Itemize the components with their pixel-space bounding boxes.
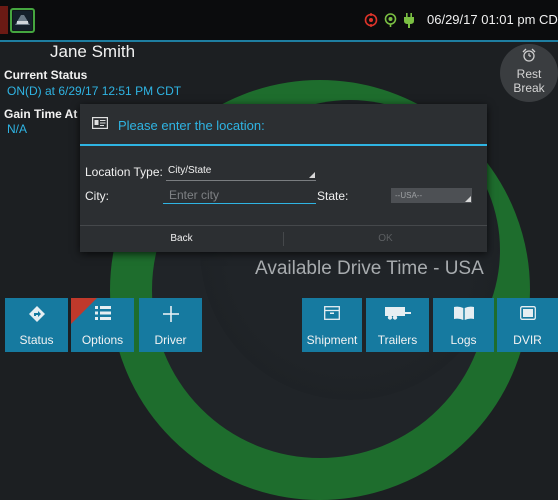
plus-icon [162, 306, 179, 322]
nav-shipment-label: Shipment [306, 333, 358, 347]
rest-break-label-line1: Rest [516, 67, 542, 81]
nav-driver-label: Driver [154, 333, 187, 347]
trailer-icon [384, 307, 411, 320]
nav-logs-label: Logs [450, 333, 477, 347]
alarm-clock-icon [522, 48, 536, 62]
nav-dvir-label: DVIR [513, 333, 542, 347]
available-drive-time-label: Available Drive Time - USA [255, 258, 484, 279]
dialog-header-divider [80, 144, 487, 146]
status-bar-stripe [0, 6, 8, 34]
rest-break-label-line2: Break [513, 81, 545, 95]
dialog-title: Please enter the location: [118, 118, 265, 133]
app-icon[interactable] [10, 8, 35, 33]
rest-break-button[interactable]: Rest Break [500, 44, 558, 102]
nav-status-button[interactable]: Status [5, 298, 68, 352]
nav-dvir-button[interactable]: DVIR [497, 298, 558, 352]
dropdown-corner-icon [309, 172, 315, 178]
list-icon [94, 306, 111, 320]
id-card-icon [92, 117, 108, 129]
location-dialog: Please enter the location: Location Type… [80, 104, 487, 252]
gain-time-label: Gain Time At [4, 107, 78, 121]
tablet-icon [519, 306, 536, 320]
state-value: --USA-- [395, 191, 423, 200]
gain-time-value: N/A [7, 122, 28, 136]
location-type-label: Location Type: [85, 165, 163, 179]
dialog-header: Please enter the location: [80, 104, 487, 144]
direction-sign-icon [28, 306, 45, 322]
plug-icon [404, 13, 414, 28]
nav-trailers-button[interactable]: Trailers [366, 298, 429, 352]
nav-shipment-button[interactable]: Shipment [302, 298, 362, 352]
current-status-value: ON(D) at 6/29/17 12:51 PM CDT [7, 84, 182, 98]
book-icon [453, 306, 474, 320]
driver-name: Jane Smith [50, 42, 136, 61]
nav-driver-button[interactable]: Driver [139, 298, 202, 352]
current-status-label: Current Status [4, 68, 88, 82]
nav-trailers-label: Trailers [377, 333, 418, 347]
box-icon [324, 306, 340, 320]
gps-icon [384, 13, 397, 27]
ok-button[interactable]: OK [284, 226, 487, 252]
state-label: State: [317, 189, 349, 203]
nav-logs-button[interactable]: Logs [433, 298, 494, 352]
back-button[interactable]: Back [80, 226, 283, 252]
nav-options-button[interactable]: Options [71, 298, 134, 352]
nav-status-label: Status [19, 333, 54, 347]
city-input[interactable] [163, 186, 316, 204]
target-icon [364, 13, 378, 27]
location-type-value: City/State [168, 165, 212, 176]
status-bar: 06/29/17 01:01 pm CDT [0, 0, 558, 40]
location-type-dropdown[interactable]: City/State [166, 165, 316, 181]
city-label: City: [85, 189, 109, 203]
nav-options-label: Options [81, 333, 124, 347]
dropdown-corner-icon [465, 196, 471, 202]
state-dropdown[interactable]: --USA-- [391, 188, 472, 203]
truck-logo-icon [13, 11, 32, 30]
status-datetime: 06/29/17 01:01 pm CDT [427, 12, 558, 27]
